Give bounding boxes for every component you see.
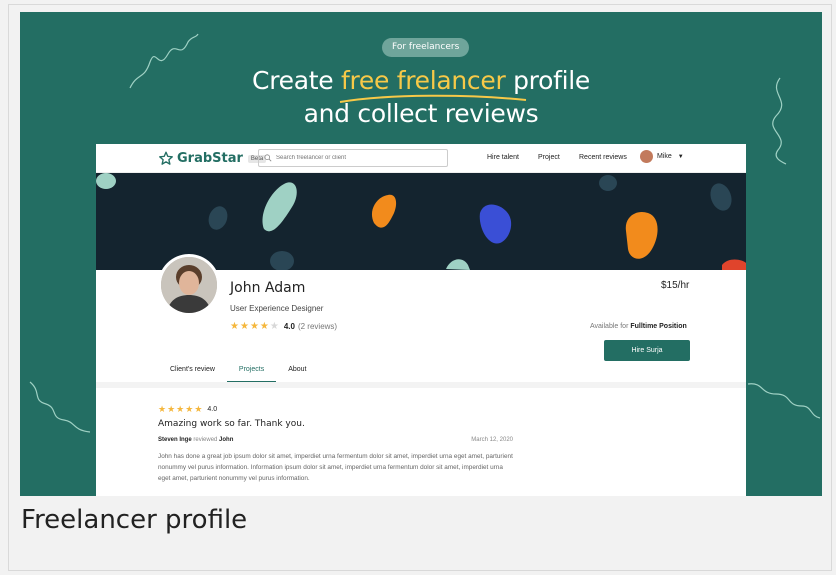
tabs-divider	[96, 382, 746, 388]
review-card: ★ ★ ★ ★ ★ 4.0 Amazing work so far. Thank…	[158, 404, 513, 484]
reviewee-name[interactable]: John	[219, 437, 233, 443]
hourly-rate: $15/hr	[661, 280, 690, 291]
review-action: reviewed	[193, 437, 218, 443]
availability-label: Available for	[590, 323, 629, 330]
profile-name: John Adam	[230, 280, 306, 296]
review-score: 4.0	[207, 406, 218, 413]
reviewer-name[interactable]: Steven Inge	[158, 437, 192, 443]
review-rating: ★ ★ ★ ★ ★ 4.0	[158, 404, 513, 415]
star-icon: ★	[167, 404, 176, 414]
star-icon: ★	[185, 404, 194, 414]
profile-photo	[158, 254, 220, 316]
headline-underline	[339, 94, 527, 103]
nav-hire-talent[interactable]: Hire talent	[487, 154, 519, 161]
review-meta: Steven Inge reviewed John March 12, 2020	[158, 437, 513, 443]
nav-recent-reviews[interactable]: Recent reviews	[579, 154, 627, 161]
review-date: March 12, 2020	[471, 437, 513, 443]
squiggle-bottom-left	[29, 381, 91, 433]
headline-part2: profile	[505, 66, 590, 95]
nav-project[interactable]: Project	[538, 154, 560, 161]
star-icon: ★	[176, 404, 185, 414]
user-name: Mike	[657, 153, 672, 160]
avatar	[640, 150, 653, 163]
profile-title: User Experience Designer	[230, 304, 324, 313]
hero-banner: For freelancers Create free frelancer pr…	[20, 12, 822, 496]
availability-value: Fulltime Position	[630, 323, 687, 330]
profile-tabs: Client's review Projects About	[158, 366, 319, 383]
chevron-down-icon: ▼	[677, 153, 684, 160]
star-icon: ★	[259, 321, 269, 332]
star-logo-icon	[159, 151, 173, 165]
search-input[interactable]	[276, 155, 436, 161]
star-icon: ★	[194, 404, 203, 414]
star-icon: ★	[249, 321, 259, 332]
person-photo-icon	[161, 257, 217, 313]
headline-highlight: free frelancer	[340, 66, 506, 95]
review-title: Amazing work so far. Thank you.	[158, 419, 305, 429]
user-menu[interactable]: Mike ▼	[640, 150, 684, 163]
review-count[interactable]: (2 reviews)	[298, 322, 337, 331]
squiggle-bottom-right	[747, 383, 821, 419]
hire-button[interactable]: Hire Surja	[604, 340, 690, 361]
availability: Available for Fulltime Position	[590, 323, 687, 330]
for-freelancers-badge: For freelancers	[382, 38, 470, 57]
app-mockup: GrabStar Beta Hire talent Project Recent…	[96, 144, 746, 496]
star-empty-icon: ★	[269, 321, 279, 332]
search-box[interactable]	[258, 149, 448, 167]
search-icon	[264, 154, 272, 162]
profile-rating: ★ ★ ★ ★ ★ 4.0 (2 reviews)	[230, 321, 337, 332]
headline-part1: Create	[252, 66, 341, 95]
review-body: John has done a great job ipsum dolor si…	[158, 453, 513, 482]
logo-text: GrabStar	[177, 151, 243, 166]
star-icon: ★	[239, 321, 249, 332]
star-icon: ★	[158, 404, 167, 414]
rating-score: 4.0	[283, 322, 295, 331]
top-nav: GrabStar Beta Hire talent Project Recent…	[96, 144, 746, 173]
tab-about[interactable]: About	[276, 366, 318, 383]
logo[interactable]: GrabStar Beta	[158, 151, 267, 166]
tab-projects[interactable]: Projects	[226, 366, 277, 383]
star-icon: ★	[230, 321, 239, 332]
caption: Freelancer profile	[21, 505, 248, 535]
tab-clients-review[interactable]: Client's review	[158, 366, 227, 383]
